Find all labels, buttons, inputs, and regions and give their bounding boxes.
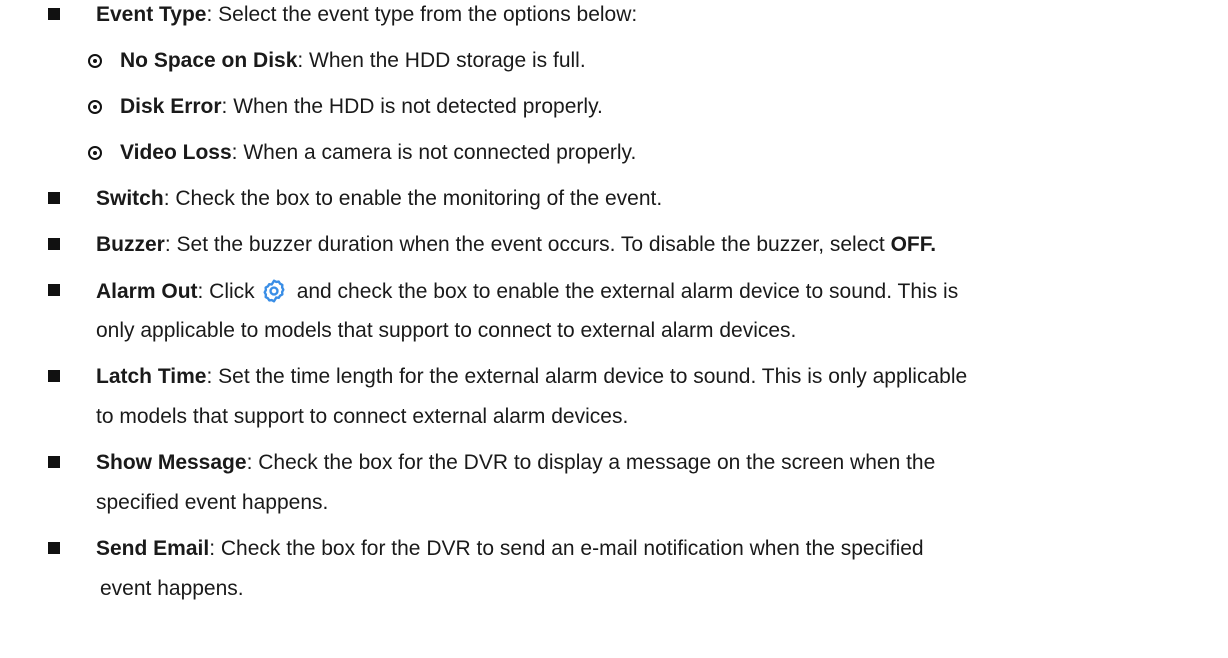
- disk-error-item: Disk Error: When the HDD is not detected…: [120, 94, 603, 120]
- video-loss-item: Video Loss: When a camera is not connect…: [120, 140, 636, 166]
- send-email-text: : Check the box for the DVR to send an e…: [209, 537, 924, 560]
- switch-text: : Check the box to enable the monitoring…: [163, 187, 663, 210]
- event-type-text: : Select the event type from the options…: [206, 3, 638, 26]
- send-email-item: Send Email: Check the box for the DVR to…: [96, 536, 924, 562]
- disk-error-term: Disk Error: [120, 95, 222, 118]
- send-email-item-line2: event happens.: [100, 576, 244, 602]
- no-space-text: : When the HDD storage is full.: [297, 49, 586, 72]
- square-bullet-icon: [48, 238, 60, 250]
- circle-bullet-icon: [88, 54, 102, 68]
- no-space-item: No Space on Disk: When the HDD storage i…: [120, 48, 586, 74]
- document-page: Event Type: Select the event type from t…: [0, 0, 1228, 658]
- latch-time-term: Latch Time: [96, 365, 207, 388]
- square-bullet-icon: [48, 284, 60, 296]
- show-message-item-line2: specified event happens.: [96, 490, 328, 516]
- alarm-out-item-line2: only applicable to models that support t…: [96, 318, 796, 344]
- alarm-out-text-post: and check the box to enable the external…: [296, 280, 959, 303]
- event-type-term: Event Type: [96, 3, 207, 26]
- show-message-item: Show Message: Check the box for the DVR …: [96, 450, 935, 476]
- disk-error-text: : When the HDD is not detected properly.: [221, 95, 603, 118]
- square-bullet-icon: [48, 370, 60, 382]
- buzzer-off-term: OFF.: [890, 233, 937, 256]
- buzzer-text: : Set the buzzer duration when the event…: [164, 233, 891, 256]
- square-bullet-icon: [48, 8, 60, 20]
- show-message-term: Show Message: [96, 451, 247, 474]
- show-message-text: : Check the box for the DVR to display a…: [246, 451, 936, 474]
- video-loss-text: : When a camera is not connected properl…: [231, 141, 637, 164]
- square-bullet-icon: [48, 456, 60, 468]
- circle-bullet-icon: [88, 146, 102, 160]
- buzzer-item: Buzzer: Set the buzzer duration when the…: [96, 232, 936, 258]
- buzzer-term: Buzzer: [96, 233, 165, 256]
- event-type-item: Event Type: Select the event type from t…: [96, 2, 637, 28]
- alarm-out-term: Alarm Out: [96, 280, 198, 303]
- latch-time-item: Latch Time: Set the time length for the …: [96, 364, 967, 390]
- latch-time-text-line2: to models that support to connect extern…: [96, 405, 629, 428]
- gear-icon: [263, 279, 285, 303]
- switch-item: Switch: Check the box to enable the moni…: [96, 186, 662, 212]
- alarm-out-text-line2: only applicable to models that support t…: [96, 319, 797, 342]
- send-email-text-line2: event happens.: [100, 577, 244, 600]
- square-bullet-icon: [48, 192, 60, 204]
- alarm-out-item: Alarm Out: Click and check the box to en…: [96, 278, 958, 305]
- no-space-term: No Space on Disk: [120, 49, 298, 72]
- square-bullet-icon: [48, 542, 60, 554]
- send-email-term: Send Email: [96, 537, 210, 560]
- switch-term: Switch: [96, 187, 164, 210]
- latch-time-item-line2: to models that support to connect extern…: [96, 404, 628, 430]
- video-loss-term: Video Loss: [120, 141, 232, 164]
- show-message-text-line2: specified event happens.: [96, 491, 329, 514]
- alarm-out-text-pre: : Click: [197, 280, 255, 303]
- latch-time-text: : Set the time length for the external a…: [206, 365, 968, 388]
- circle-bullet-icon: [88, 100, 102, 114]
